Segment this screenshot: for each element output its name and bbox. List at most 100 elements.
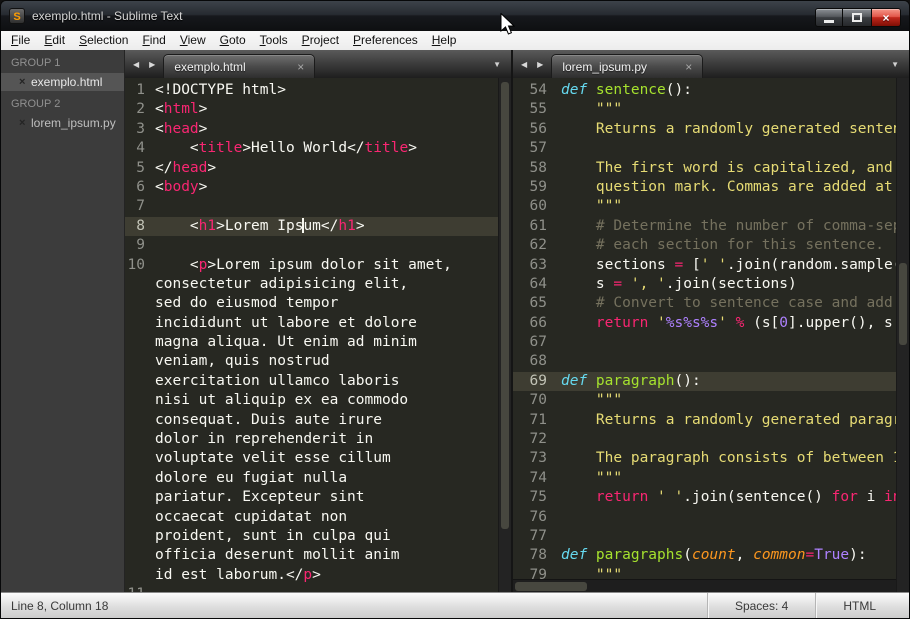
code-line[interactable]: 68 [513,352,896,371]
close-button[interactable]: × [871,8,901,27]
tab-overflow-icon[interactable]: ▼ [487,50,507,78]
maximize-button[interactable] [843,8,871,27]
file-close-icon[interactable]: × [19,76,31,88]
code-line[interactable]: 6 <body> [125,178,498,197]
code-line[interactable]: 1 <!DOCTYPE html> [125,81,498,100]
right-editor-vscrollbar[interactable] [896,78,909,592]
right-hscrollbar-thumb[interactable] [515,582,587,591]
tab-scroll-right-icon[interactable]: ▶ [144,50,160,78]
sidebar-file-exemplo.html[interactable]: × exemplo.html [1,73,124,91]
code-line[interactable]: 5 </head> [125,159,498,178]
code-line[interactable]: 77 [513,527,896,546]
code-line[interactable]: 9 [125,236,498,255]
code-line[interactable]: 55 """ [513,100,896,119]
code-line[interactable]: 2 <html> [125,100,498,119]
code-line[interactable]: 71 Returns a randomly generated paragrap… [513,411,896,430]
code-line[interactable]: 3 <head> [125,120,498,139]
right-editor[interactable]: 54 def sentence(): 55 """ 56 Returns a rand… [513,78,909,592]
line-number: 57 [529,140,547,157]
line-number [125,508,145,527]
tab-scroll-right-icon[interactable]: ▶ [532,50,548,78]
code-line[interactable]: 4 <title>Hello World</title> [125,139,498,158]
title-bar[interactable]: S exemplo.html - Sublime Text × [1,1,909,31]
code-line[interactable]: 62 # each section for this sentence. [513,236,896,255]
code-line[interactable]: 69 def paragraph(): [513,371,896,392]
code-line[interactable]: consequat. Duis aute irure [125,411,498,430]
indent-settings-button[interactable]: Spaces: 4 [706,593,815,618]
code-line[interactable]: 63 sections = [' '.join(random.sample(WO… [513,256,896,275]
right-editor-hscrollbar[interactable] [513,579,896,592]
code-line[interactable]: 59 question mark. Commas are added at ra… [513,178,896,197]
code-line[interactable]: officia deserunt mollit anim [125,546,498,565]
right-code-lines: 54 def sentence(): 55 """ 56 Returns a rand… [513,78,896,592]
tab-lorem-ipsum-py[interactable]: lorem_ipsum.py × [551,54,704,78]
code-line[interactable]: pariatur. Excepteur sint [125,488,498,507]
left-tab-bar: ◀ ▶ exemplo.html × ▼ [125,50,511,78]
menu-item-file[interactable]: File [4,31,37,50]
line-number [125,275,145,294]
code-line[interactable]: veniam, quis nostrud [125,352,498,371]
menu-item-goto[interactable]: Goto [213,31,253,50]
code-line[interactable]: 70 """ [513,391,896,410]
tab-scroll-left-icon[interactable]: ◀ [516,50,532,78]
code-line[interactable]: 74 """ [513,469,896,488]
code-line[interactable]: 56 Returns a randomly generated sentence… [513,120,896,139]
code-line[interactable]: 65 # Convert to sentence case and add en… [513,294,896,313]
code-line[interactable]: 57 [513,139,896,158]
code-line[interactable]: 78 def paragraphs(count, common=True): [513,546,896,565]
code-line[interactable]: occaecat cupidatat non [125,508,498,527]
menu-item-selection[interactable]: Selection [72,31,135,50]
menu-item-preferences[interactable]: Preferences [346,31,425,50]
code-line[interactable]: proident, sunt in culpa qui [125,527,498,546]
code-line[interactable]: magna aliqua. Ut enim ad minim [125,333,498,352]
code-line[interactable]: 64 s = ', '.join(sections) [513,275,896,294]
tab-close-icon[interactable]: × [297,60,304,74]
right-vscrollbar-thumb[interactable] [899,263,907,346]
code-line[interactable]: 73 The paragraph consists of between 1 a… [513,449,896,468]
code-line[interactable]: 60 """ [513,197,896,216]
menu-item-project[interactable]: Project [295,31,346,50]
tab-exemplo-html[interactable]: exemplo.html × [163,54,316,78]
code-line[interactable]: 58 The first word is capitalized, and th… [513,159,896,178]
code-line[interactable]: dolore eu fugiat nulla [125,469,498,488]
code-line[interactable]: dolor in reprehenderit in [125,430,498,449]
code-line[interactable]: exercitation ullamco laboris [125,372,498,391]
menu-item-tools[interactable]: Tools [253,31,295,50]
code-line[interactable]: 54 def sentence(): [513,81,896,100]
code-line[interactable]: 76 [513,508,896,527]
code-line[interactable]: 66 return '%s%s%s' % (s[0].upper(), s[1:… [513,314,896,333]
menu-item-help[interactable]: Help [425,31,464,50]
sidebar-file-lorem_ipsum.py[interactable]: × lorem_ipsum.py [1,114,124,132]
menu-item-view[interactable]: View [173,31,213,50]
code-line[interactable]: 11 [125,585,498,592]
code-line[interactable]: 61 # Determine the number of comma-separ… [513,217,896,236]
code-line[interactable]: 67 [513,333,896,352]
left-editor[interactable]: 1 <!DOCTYPE html> 2 <html> 3 <head> 4 <title>H… [125,78,511,592]
menu-item-find[interactable]: Find [135,31,172,50]
minimize-button[interactable] [815,8,843,27]
line-number [125,333,145,352]
code-line[interactable]: sed do eiusmod tempor [125,294,498,313]
code-line[interactable]: 72 [513,430,896,449]
code-line[interactable]: 8 <h1>Lorem Ipsum</h1> [125,216,498,237]
file-close-icon[interactable]: × [19,117,31,129]
left-vscrollbar-thumb[interactable] [501,82,509,530]
sidebar-groups: GROUP 1 × exemplo.html GROUP 2 × lorem_ipsum.… [1,50,124,132]
code-line[interactable]: voluptate velit esse cillum [125,449,498,468]
tab-scroll-left-icon[interactable]: ◀ [128,50,144,78]
syntax-selector-button[interactable]: HTML [815,593,903,618]
code-line[interactable]: nisi ut aliquip ex ea commodo [125,391,498,410]
line-number: 54 [529,82,547,98]
code-line[interactable]: incididunt ut labore et dolore [125,314,498,333]
code-line[interactable]: 10 <p>Lorem ipsum dolor sit amet, [125,256,498,275]
line-number: 77 [529,527,547,544]
line-number: 7 [136,198,145,215]
code-line[interactable]: consectetur adipisicing elit, [125,275,498,294]
tab-close-icon[interactable]: × [685,60,692,74]
menu-item-edit[interactable]: Edit [37,31,72,50]
code-line[interactable]: 75 return ' '.join(sentence() for i in r… [513,488,896,507]
left-editor-vscrollbar[interactable] [498,78,511,592]
code-line[interactable]: 7 [125,197,498,216]
tab-overflow-icon[interactable]: ▼ [885,50,905,78]
code-line[interactable]: id est laborum.</p> [125,566,498,585]
